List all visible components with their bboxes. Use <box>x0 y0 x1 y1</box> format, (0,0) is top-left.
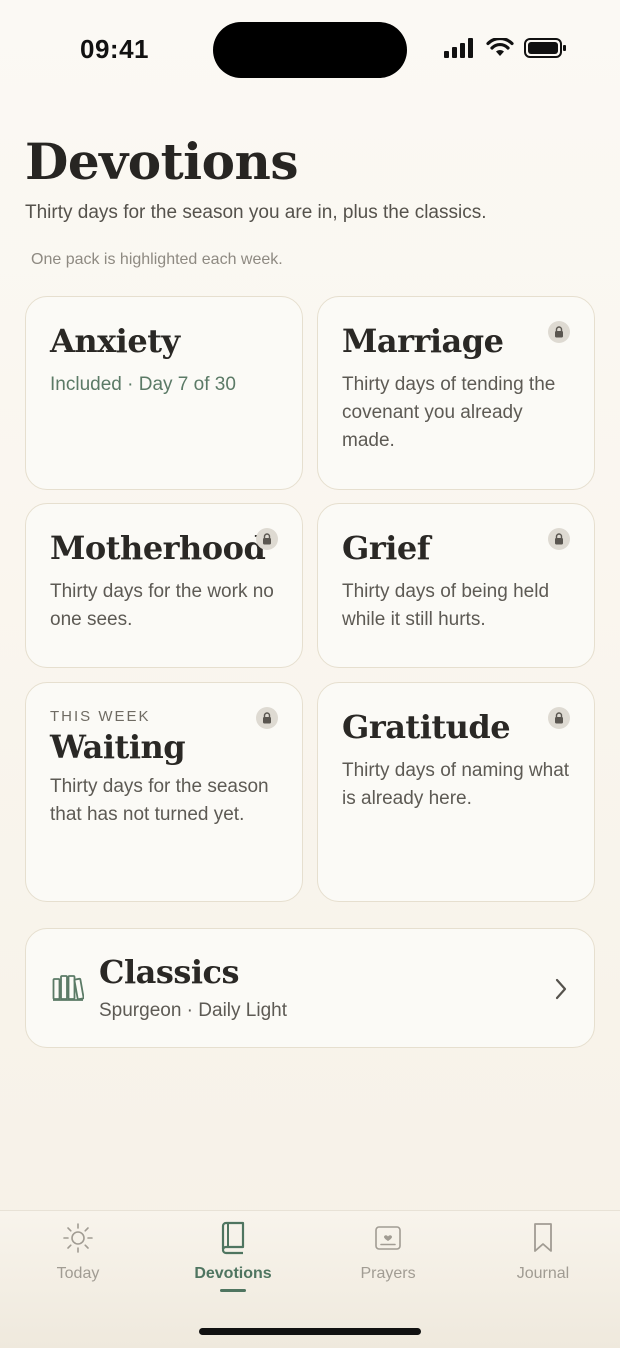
tab-label: Journal <box>516 1265 570 1282</box>
pack-description: Thirty days of tending the covenant you … <box>342 374 556 451</box>
pack-title: Gratitude <box>342 708 511 746</box>
chevron-right-icon <box>555 978 567 1000</box>
pack-card-grief[interactable]: Grief Thirty days of being held while it… <box>317 503 595 668</box>
pack-card-anxiety[interactable]: Anxiety Included · Day 7 of 30 <box>25 296 303 490</box>
status-icons <box>444 38 566 58</box>
book-icon <box>221 1221 245 1255</box>
tab-journal[interactable]: Journal <box>488 1221 598 1283</box>
prayer-card-icon <box>375 1226 401 1250</box>
lock-icon <box>548 528 570 550</box>
status-time: 09:41 <box>80 34 149 64</box>
pack-title: Waiting <box>50 728 186 766</box>
pack-card-gratitude[interactable]: Gratitude Thirty days of naming what is … <box>317 682 595 902</box>
lock-icon <box>548 321 570 343</box>
page-subtitle: Thirty days for the season you are in, p… <box>25 202 487 223</box>
classics-subtitle: Spurgeon · Daily Light <box>99 1000 287 1021</box>
lock-icon <box>548 707 570 729</box>
active-tab-indicator <box>220 1289 246 1292</box>
pack-title: Motherhood <box>50 529 266 567</box>
this-week-label: THIS WEEK <box>50 708 151 725</box>
battery-icon <box>524 38 566 58</box>
pack-description: Thirty days for the season that has not … <box>50 776 269 825</box>
pack-progress: Included · Day 7 of 30 <box>50 374 236 395</box>
wifi-icon <box>486 38 514 56</box>
sun-icon <box>63 1223 93 1253</box>
status-bar: 09:41 <box>0 0 620 100</box>
lock-icon <box>256 707 278 729</box>
pack-card-marriage[interactable]: Marriage Thirty days of tending the cove… <box>317 296 595 490</box>
page-title: Devotions <box>25 132 299 191</box>
pack-description: Thirty days of being held while it still… <box>342 581 550 630</box>
tab-prayers[interactable]: Prayers <box>333 1221 443 1283</box>
pack-card-motherhood[interactable]: Motherhood Thirty days for the work no o… <box>25 503 303 668</box>
weekly-highlight-note: One pack is highlighted each week. <box>31 251 283 268</box>
tab-devotions[interactable]: Devotions <box>178 1221 288 1292</box>
tab-today[interactable]: Today <box>23 1221 133 1283</box>
home-indicator <box>199 1328 421 1335</box>
pack-title: Marriage <box>342 322 504 360</box>
tab-label: Devotions <box>194 1265 272 1282</box>
classics-title: Classics <box>99 953 240 991</box>
tab-label: Prayers <box>360 1265 416 1282</box>
lock-icon <box>256 528 278 550</box>
pack-title: Anxiety <box>50 322 180 360</box>
books-icon <box>52 975 84 1001</box>
pack-description: Thirty days for the work no one sees. <box>50 581 274 630</box>
cellular-signal-icon <box>444 38 473 58</box>
pack-description: Thirty days of naming what is already he… <box>342 760 570 809</box>
classics-row[interactable]: Classics Spurgeon · Daily Light <box>25 928 595 1048</box>
dynamic-island <box>213 22 407 78</box>
pack-title: Grief <box>342 529 430 567</box>
tab-label: Today <box>56 1265 100 1282</box>
bookmark-icon <box>534 1223 552 1252</box>
pack-card-waiting[interactable]: THIS WEEK Waiting Thirty days for the se… <box>25 682 303 902</box>
